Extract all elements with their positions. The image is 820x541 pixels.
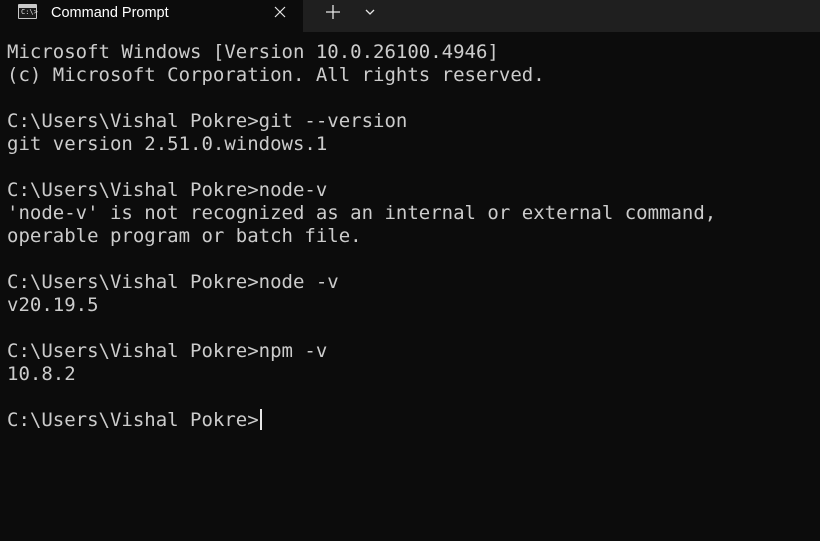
terminal-line-text: 'node-v' is not recognized as an interna… <box>7 202 717 224</box>
terminal-line: operable program or batch file. <box>7 225 817 248</box>
terminal-line-text: (c) Microsoft Corporation. All rights re… <box>7 64 545 86</box>
terminal-line: (c) Microsoft Corporation. All rights re… <box>7 64 817 87</box>
terminal-line-text: Microsoft Windows [Version 10.0.26100.49… <box>7 41 499 63</box>
tab-bar: C:\> Command Prompt <box>0 0 820 32</box>
terminal-line: git version 2.51.0.windows.1 <box>7 133 817 156</box>
terminal-line: 'node-v' is not recognized as an interna… <box>7 202 817 225</box>
terminal-line: C:\Users\Vishal Pokre>npm -v <box>7 340 817 363</box>
terminal-icon: C:\> <box>18 4 38 19</box>
terminal-icon-prompt: C:\> <box>21 8 38 16</box>
tab-title: Command Prompt <box>51 5 169 21</box>
terminal-line: C:\Users\Vishal Pokre> <box>7 409 817 432</box>
terminal-output[interactable]: Microsoft Windows [Version 10.0.26100.49… <box>7 41 817 536</box>
terminal-line-text: C:\Users\Vishal Pokre>git --version <box>7 110 408 132</box>
terminal-line-text: git version 2.51.0.windows.1 <box>7 133 328 155</box>
terminal-line-text: C:\Users\Vishal Pokre> <box>7 409 259 431</box>
chevron-down-icon[interactable] <box>359 2 381 22</box>
terminal-line: v20.19.5 <box>7 294 817 317</box>
terminal-line: C:\Users\Vishal Pokre>node-v <box>7 179 817 202</box>
terminal-line: 10.8.2 <box>7 363 817 386</box>
plus-icon[interactable] <box>321 1 345 23</box>
tab-command-prompt[interactable]: C:\> Command Prompt <box>0 0 303 32</box>
terminal-line-text: operable program or batch file. <box>7 225 362 247</box>
chevron-down-icon-glyph <box>365 9 375 15</box>
command-prompt-window: C:\> Command Prompt Microsoft Windows [V… <box>0 0 820 541</box>
terminal-line: C:\Users\Vishal Pokre>git --version <box>7 110 817 133</box>
terminal-line-text: C:\Users\Vishal Pokre>node -v <box>7 271 339 293</box>
plus-icon-glyph <box>326 5 340 19</box>
terminal-line: Microsoft Windows [Version 10.0.26100.49… <box>7 41 817 64</box>
text-cursor <box>259 409 262 430</box>
terminal-line-text: v20.19.5 <box>7 294 99 316</box>
terminal-line-text: 10.8.2 <box>7 363 76 385</box>
terminal-line: C:\Users\Vishal Pokre>node -v <box>7 271 817 294</box>
close-icon[interactable] <box>270 2 290 22</box>
terminal-line-text: C:\Users\Vishal Pokre>node-v <box>7 179 328 201</box>
terminal-line-text: C:\Users\Vishal Pokre>npm -v <box>7 340 328 362</box>
close-icon-glyph <box>274 6 286 18</box>
